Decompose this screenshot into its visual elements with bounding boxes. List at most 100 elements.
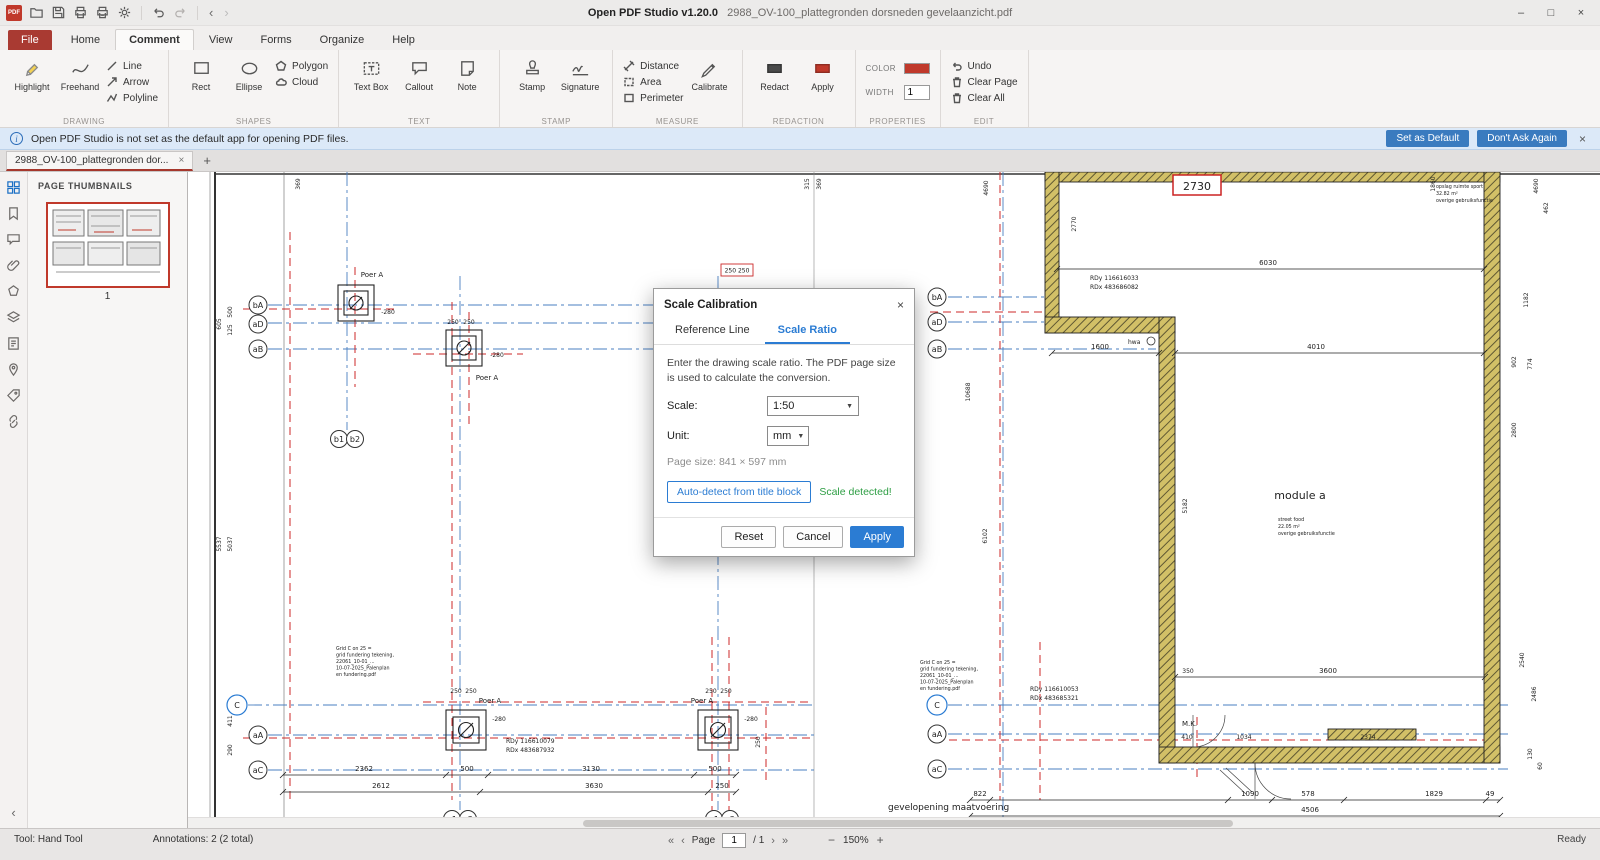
scale-select[interactable]: 1:50 ▼ bbox=[767, 396, 859, 417]
ellipse-button[interactable]: Ellipse bbox=[227, 54, 271, 115]
close-icon[interactable]: × bbox=[1568, 4, 1594, 22]
document-tab[interactable]: 2988_OV-100_plattegronden dor... × bbox=[6, 151, 194, 171]
clear-all-button[interactable]: Clear All bbox=[951, 92, 1018, 104]
tab-forms[interactable]: Forms bbox=[247, 30, 304, 50]
tab-home[interactable]: Home bbox=[58, 30, 113, 50]
freehand-button[interactable]: Freehand bbox=[58, 54, 102, 115]
auto-detect-button[interactable]: Auto-detect from title block bbox=[667, 481, 812, 504]
line-button[interactable]: Line bbox=[106, 60, 158, 72]
layers-icon[interactable] bbox=[6, 310, 21, 325]
first-page-button[interactable]: « bbox=[668, 835, 674, 847]
dialog-title: Scale Calibration bbox=[664, 299, 758, 311]
drawing-note: 10-07-2025_Palenplan bbox=[336, 666, 390, 672]
stamp-button[interactable]: Stamp bbox=[510, 54, 554, 115]
polyline-button[interactable]: Polyline bbox=[106, 92, 158, 104]
app-window: PDF ‹ › Open PDF Studio v1.20.0 2988_OV-… bbox=[0, 0, 1600, 860]
save-icon[interactable] bbox=[51, 5, 66, 20]
back-icon[interactable]: ‹ bbox=[207, 5, 215, 20]
window-title: Open PDF Studio v1.20.0 2988_OV-100_plat… bbox=[588, 7, 1012, 19]
last-page-button[interactable]: » bbox=[782, 835, 788, 847]
destinations-icon[interactable] bbox=[6, 362, 21, 377]
close-tab-icon[interactable]: × bbox=[178, 155, 184, 166]
color-swatch[interactable] bbox=[903, 62, 930, 74]
apply-redaction-button[interactable]: Apply bbox=[801, 54, 845, 115]
chevron-down-icon: ▼ bbox=[846, 402, 853, 410]
form-fields-icon[interactable] bbox=[6, 336, 21, 351]
open-file-icon[interactable] bbox=[29, 5, 44, 20]
dim-label: 5037 bbox=[227, 536, 234, 551]
clear-page-button[interactable]: Clear Page bbox=[951, 76, 1018, 88]
redo-icon[interactable] bbox=[173, 5, 188, 20]
thumbnails-panel-icon[interactable] bbox=[6, 180, 21, 195]
zoom-out-button[interactable]: − bbox=[828, 833, 835, 847]
cancel-button[interactable]: Cancel bbox=[783, 526, 844, 549]
tab-view[interactable]: View bbox=[196, 30, 246, 50]
perimeter-button[interactable]: Perimeter bbox=[623, 92, 684, 104]
comments-icon[interactable] bbox=[6, 232, 21, 247]
settings-icon[interactable] bbox=[117, 5, 132, 20]
tab-file[interactable]: File bbox=[8, 30, 52, 50]
previous-page-button[interactable]: ‹ bbox=[681, 835, 685, 847]
tab-help[interactable]: Help bbox=[379, 30, 428, 50]
print-setup-icon[interactable] bbox=[95, 5, 110, 20]
set-as-default-button[interactable]: Set as Default bbox=[1386, 130, 1470, 147]
dim-label: 822 bbox=[973, 790, 986, 798]
signature-button[interactable]: Signature bbox=[558, 54, 602, 115]
tab-comment[interactable]: Comment bbox=[115, 29, 194, 50]
minimize-icon[interactable]: – bbox=[1508, 4, 1534, 22]
reset-button[interactable]: Reset bbox=[721, 526, 777, 549]
highlight-button[interactable]: Highlight bbox=[10, 54, 54, 115]
attachments-icon[interactable] bbox=[6, 258, 21, 273]
page-number-input[interactable] bbox=[722, 833, 747, 848]
undo-annotation-button[interactable]: Undo bbox=[951, 60, 1018, 72]
links-icon[interactable] bbox=[6, 414, 21, 429]
tags-icon[interactable] bbox=[6, 388, 21, 403]
arrow-button[interactable]: Arrow bbox=[106, 76, 158, 88]
print-icon[interactable] bbox=[73, 5, 88, 20]
callout-button[interactable]: Callout bbox=[397, 54, 441, 115]
dialog-close-icon[interactable]: × bbox=[897, 298, 904, 312]
horizontal-scrollbar[interactable] bbox=[188, 817, 1600, 828]
note-button[interactable]: Note bbox=[445, 54, 489, 115]
ribbon-group-stamp: Stamp Signature STAMP bbox=[500, 50, 614, 127]
calibrate-button[interactable]: Calibrate bbox=[688, 54, 732, 115]
survey-coord: RDx 483685321 bbox=[1030, 695, 1079, 702]
tab-scale-ratio[interactable]: Scale Ratio bbox=[764, 319, 850, 344]
page-thumbnail[interactable] bbox=[45, 202, 170, 288]
redact-button[interactable]: Redact bbox=[753, 54, 797, 115]
document-canvas[interactable]: Poer A Poer A Poer A Poer A -280 -280 -2… bbox=[188, 172, 1600, 828]
apply-button[interactable]: Apply bbox=[850, 526, 904, 549]
tab-reference-line[interactable]: Reference Line bbox=[662, 319, 763, 344]
signature-icon bbox=[571, 65, 588, 76]
maximize-icon[interactable]: □ bbox=[1538, 4, 1564, 22]
dim-label: 774 bbox=[1527, 358, 1534, 370]
rect-button[interactable]: Rect bbox=[179, 54, 223, 115]
ribbon-group-shapes: Rect Ellipse Polygon Cloud SHAPES bbox=[169, 50, 340, 127]
apply-redaction-icon bbox=[815, 64, 830, 73]
document-tab-bar: 2988_OV-100_plattegronden dor... × + bbox=[0, 150, 1600, 172]
width-input[interactable] bbox=[903, 84, 930, 100]
new-tab-button[interactable]: + bbox=[193, 153, 221, 171]
dim-label: 2800 bbox=[1511, 422, 1518, 437]
text-box-button[interactable]: Text Box bbox=[349, 54, 393, 115]
collapse-sidebar-icon[interactable]: ‹ bbox=[11, 805, 15, 820]
zoom-in-button[interactable]: + bbox=[877, 833, 884, 847]
cloud-button[interactable]: Cloud bbox=[275, 76, 328, 88]
dont-ask-again-button[interactable]: Don't Ask Again bbox=[1477, 130, 1567, 147]
stamps-icon[interactable] bbox=[6, 284, 21, 299]
dim-label: 5182 bbox=[1182, 498, 1189, 513]
distance-button[interactable]: Distance bbox=[623, 60, 683, 72]
group-label: STAMP bbox=[541, 117, 571, 126]
area-button[interactable]: Area bbox=[623, 76, 683, 88]
polygon-button[interactable]: Polygon bbox=[275, 60, 328, 72]
bookmarks-icon[interactable] bbox=[6, 206, 21, 221]
group-label: EDIT bbox=[973, 117, 995, 126]
forward-icon[interactable]: › bbox=[222, 5, 230, 20]
scrollbar-thumb[interactable] bbox=[583, 820, 1233, 827]
undo-icon[interactable] bbox=[151, 5, 166, 20]
dismiss-notification-icon[interactable]: × bbox=[1575, 132, 1590, 146]
dim-label: 578 bbox=[1301, 790, 1314, 798]
next-page-button[interactable]: › bbox=[771, 835, 775, 847]
tab-organize[interactable]: Organize bbox=[307, 30, 378, 50]
unit-select[interactable]: mm ▼ bbox=[767, 426, 809, 447]
